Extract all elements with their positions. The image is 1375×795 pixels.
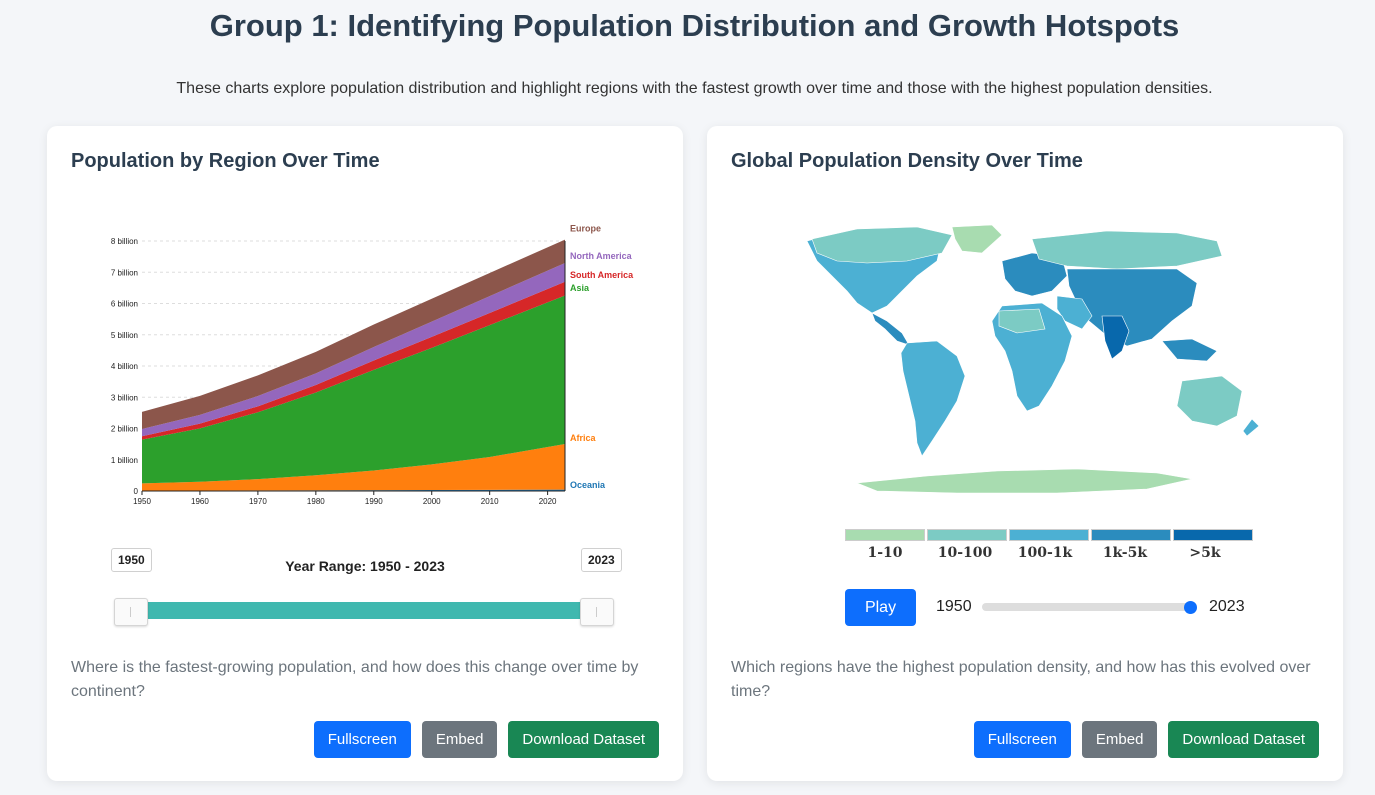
range-end-tooltip: 2023: [581, 548, 622, 572]
year-max-label: 2023: [1209, 598, 1245, 615]
legend-label: 10-100: [937, 545, 993, 561]
map-region-greenland: [951, 224, 1003, 254]
x-tick-label: 1990: [365, 497, 383, 506]
y-tick-label: 6 billion: [111, 300, 138, 309]
embed-button[interactable]: Embed: [421, 721, 498, 758]
map-region-new-zealand: [1242, 418, 1260, 437]
legend-swatch: [1173, 529, 1253, 541]
legend-label: >5k: [1189, 545, 1221, 561]
chart-question: Where is the fastest-growing population,…: [71, 659, 639, 700]
map-region-antarctica: [856, 468, 1193, 494]
x-tick-label: 2020: [539, 497, 557, 506]
x-tick-label: 1980: [307, 497, 325, 506]
fullscreen-button[interactable]: Fullscreen: [313, 721, 411, 758]
legend-swatch: [1091, 529, 1171, 541]
map-region-australia: [1176, 375, 1243, 427]
card-actions: Fullscreen Embed Download Dataset: [313, 721, 659, 758]
year-range-label: Year Range: 1950 - 2023: [285, 558, 445, 574]
y-tick-label: 8 billion: [111, 237, 138, 246]
x-tick-label: 2000: [423, 497, 441, 506]
series-label: South America: [570, 270, 634, 280]
series-label: Asia: [570, 283, 590, 293]
embed-button[interactable]: Embed: [1081, 721, 1158, 758]
y-tick-label: 2 billion: [111, 425, 138, 434]
legend-swatch: [845, 529, 925, 541]
map-region-india: [1101, 315, 1130, 360]
world-density-map[interactable]: [777, 221, 1277, 501]
series-label: Oceania: [570, 480, 606, 490]
x-tick-label: 2010: [481, 497, 499, 506]
y-tick-label: 5 billion: [111, 331, 138, 340]
y-tick-label: 4 billion: [111, 362, 138, 371]
x-tick-label: 1950: [133, 497, 151, 506]
card-title: Population by Region Over Time: [71, 150, 380, 172]
map-region-central-america: [871, 312, 910, 346]
map-region-southeast-asia: [1161, 338, 1218, 362]
card-actions: Fullscreen Embed Download Dataset: [973, 721, 1319, 758]
map-region-russia: [1031, 230, 1223, 270]
download-dataset-button[interactable]: Download Dataset: [1168, 721, 1319, 758]
fullscreen-button[interactable]: Fullscreen: [973, 721, 1071, 758]
range-end-handle[interactable]: [580, 598, 614, 626]
stacked-area-chart: 0 1 billion 2 billion 3 billion 4 billion 5 b…: [111, 224, 634, 506]
legend-swatch: [927, 529, 1007, 541]
y-tick-label: 1 billion: [111, 456, 138, 465]
x-tick-label: 1960: [191, 497, 209, 506]
card-title: Global Population Density Over Time: [731, 150, 1083, 172]
density-legend: 1-10 10-100 100-1k 1k-5k >5k: [845, 529, 1255, 561]
range-start-tooltip: 1950: [111, 548, 152, 572]
legend-label: 1-10: [867, 545, 903, 561]
legend-swatch: [1009, 529, 1089, 541]
population-density-card: Global Population Density Over Time 1-10…: [707, 126, 1343, 781]
x-tick-label: 1970: [249, 497, 267, 506]
y-tick-label: 0: [134, 487, 139, 496]
range-start-handle[interactable]: [114, 598, 148, 626]
population-by-region-card: Population by Region Over Time 0 1 billio…: [47, 126, 683, 781]
series-label: North America: [570, 251, 633, 261]
legend-label: 1k-5k: [1102, 545, 1148, 561]
year-slider-thumb[interactable]: [1184, 601, 1197, 614]
page-title: Group 1: Identifying Population Distribu…: [209, 8, 1180, 43]
series-label: Africa: [570, 433, 597, 443]
download-dataset-button[interactable]: Download Dataset: [508, 721, 659, 758]
legend-label: 100-1k: [1017, 545, 1073, 561]
year-min-label: 1950: [936, 598, 972, 615]
y-tick-label: 3 billion: [111, 393, 138, 402]
chart-question: Which regions have the highest populatio…: [731, 659, 1311, 700]
play-button[interactable]: Play: [845, 589, 916, 626]
range-selected-track[interactable]: [126, 602, 596, 619]
year-range-slider: Year Range: 1950 - 2023 1950 2023: [111, 546, 622, 626]
year-slider-track[interactable]: [982, 603, 1190, 611]
series-label: Europe: [570, 224, 601, 234]
y-tick-label: 7 billion: [111, 268, 138, 277]
map-region-south-america: [900, 340, 966, 457]
page-subtitle: These charts explore population distribu…: [176, 80, 1213, 97]
